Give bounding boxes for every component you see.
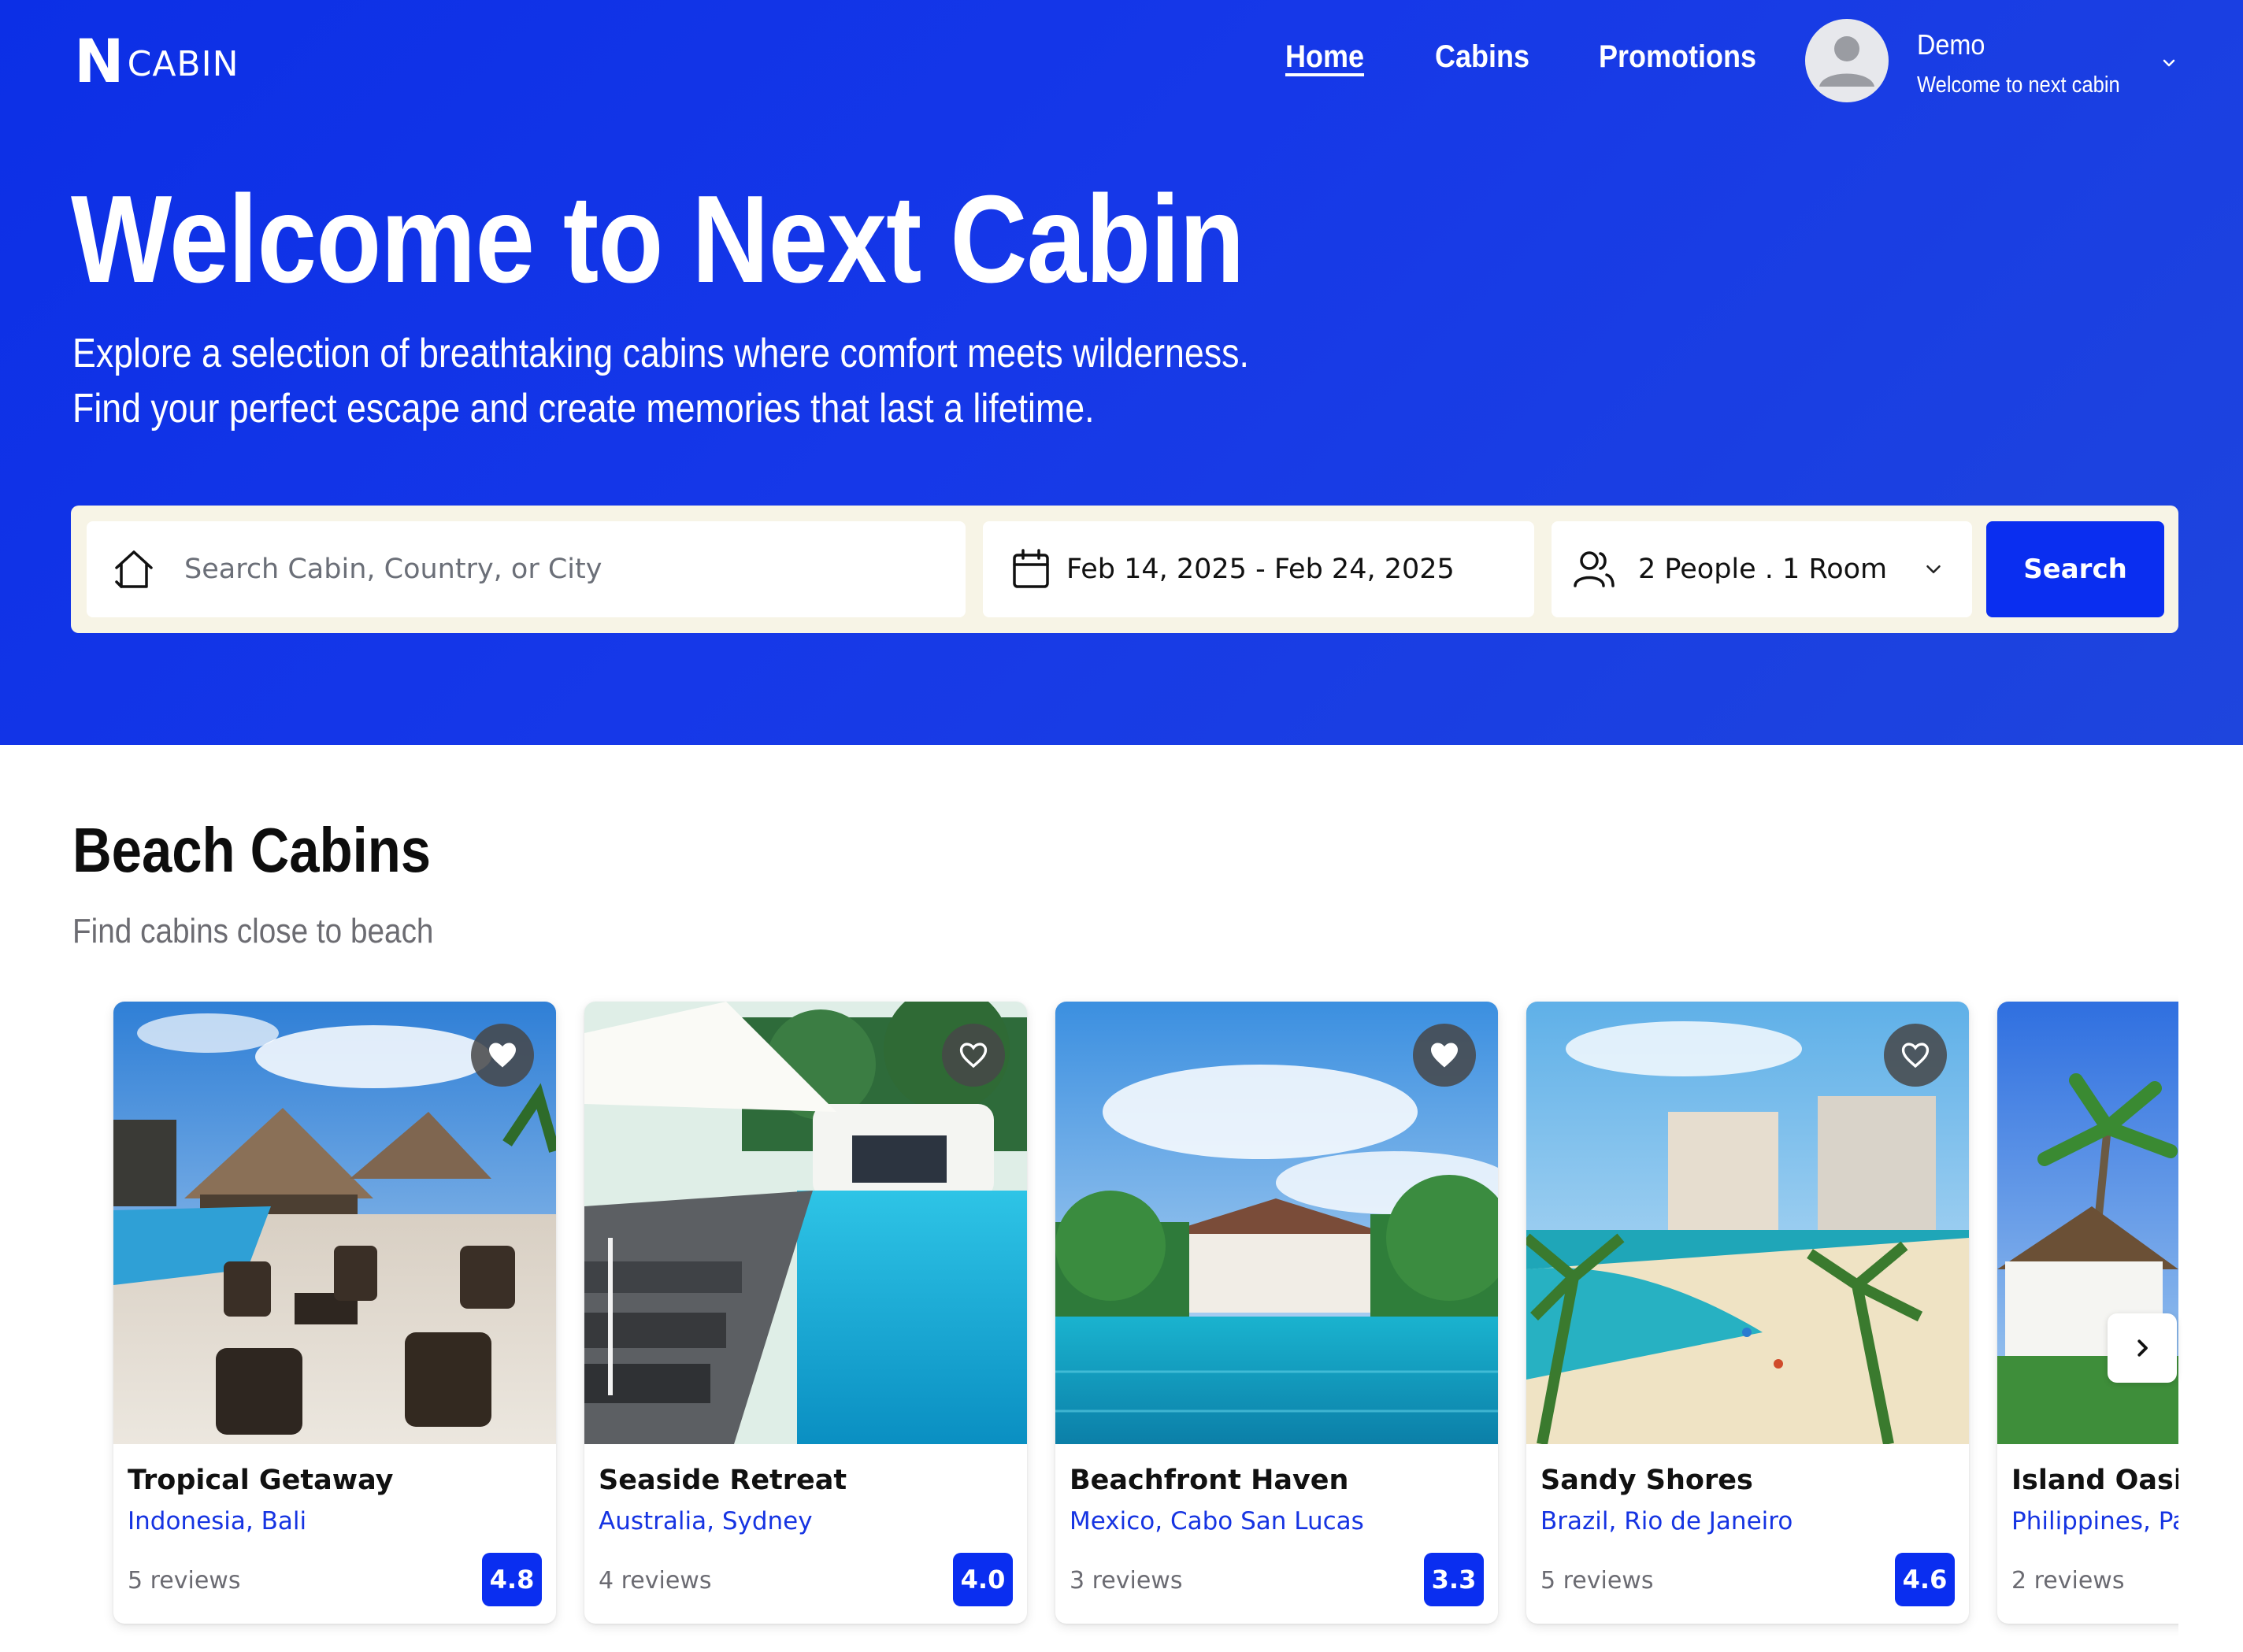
home-icon xyxy=(115,550,153,588)
cabin-name[interactable]: Island Oasis xyxy=(2011,1465,2178,1496)
rating-badge: 4.0 xyxy=(953,1553,1013,1606)
heart-filled-icon xyxy=(1431,1043,1458,1068)
search-input[interactable] xyxy=(184,554,966,585)
rating-badge: 4.6 xyxy=(1895,1553,1955,1606)
destination-field[interactable] xyxy=(87,521,966,617)
guests-selector[interactable]: 2 People . 1 Room xyxy=(1552,521,1972,617)
cabin-location: Brazil, Rio de Janeiro xyxy=(1540,1507,1793,1535)
user-name: Demo xyxy=(1917,28,1985,61)
chevron-down-icon xyxy=(1926,565,1941,573)
cabin-reviews: 5 reviews xyxy=(1540,1567,1654,1595)
cabin-card[interactable]: Island Oasis Philippines, Pa 2 reviews xyxy=(1997,1002,2178,1624)
date-range-value: Feb 14, 2025 - Feb 24, 2025 xyxy=(1066,554,1455,585)
user-icon xyxy=(1819,36,1874,87)
cabin-card[interactable]: Beachfront Haven Mexico, Cabo San Lucas … xyxy=(1055,1002,1498,1624)
cabin-name[interactable]: Sandy Shores xyxy=(1540,1465,1753,1496)
nav-promotions[interactable]: Promotions xyxy=(1599,39,1756,75)
cabin-location: Australia, Sydney xyxy=(599,1507,813,1535)
cabin-reviews: 4 reviews xyxy=(599,1567,712,1595)
favorite-button[interactable] xyxy=(471,1024,534,1087)
chevron-down-icon[interactable] xyxy=(2160,54,2178,72)
hero-banner: N CABIN Home Cabins Promotions Demo Welc… xyxy=(0,0,2243,745)
date-range-picker[interactable]: Feb 14, 2025 - Feb 24, 2025 xyxy=(983,521,1534,617)
carousel-next-button[interactable] xyxy=(2108,1313,2177,1383)
favorite-button[interactable] xyxy=(1884,1024,1947,1087)
favorite-button[interactable] xyxy=(1413,1024,1476,1087)
logo-text: CABIN xyxy=(127,44,239,84)
cabin-card[interactable]: Tropical Getaway Indonesia, Bali 5 revie… xyxy=(113,1002,556,1624)
section-title: Beach Cabins xyxy=(72,815,431,885)
rating-badge: 4.8 xyxy=(482,1553,542,1606)
rating-badge: 3.3 xyxy=(1424,1553,1484,1606)
avatar[interactable] xyxy=(1805,19,1889,102)
hero-subtitle-line-1: Explore a selection of breathtaking cabi… xyxy=(72,331,1249,376)
favorite-button[interactable] xyxy=(942,1024,1005,1087)
calendar-icon xyxy=(1013,549,1049,588)
user-greeting: Welcome to next cabin xyxy=(1917,72,2120,98)
cabin-card[interactable]: Sandy Shores Brazil, Rio de Janeiro 5 re… xyxy=(1526,1002,1969,1624)
cabin-location: Mexico, Cabo San Lucas xyxy=(1070,1507,1364,1535)
cabin-reviews: 5 reviews xyxy=(128,1567,241,1595)
nav-cabins[interactable]: Cabins xyxy=(1435,39,1529,75)
cabin-reviews: 3 reviews xyxy=(1070,1567,1183,1595)
cabin-carousel: Tropical Getaway Indonesia, Bali 5 revie… xyxy=(76,989,2178,1652)
cabin-location: Indonesia, Bali xyxy=(128,1507,307,1535)
hero-subtitle-line-2: Find your perfect escape and create memo… xyxy=(72,386,1095,432)
search-bar: Feb 14, 2025 - Feb 24, 2025 2 People . 1… xyxy=(71,506,2178,633)
cabin-reviews: 2 reviews xyxy=(2011,1567,2125,1595)
search-button[interactable]: Search xyxy=(1986,521,2164,617)
cabin-card[interactable]: Seaside Retreat Australia, Sydney 4 revi… xyxy=(584,1002,1027,1624)
section-subtitle: Find cabins close to beach xyxy=(72,912,434,950)
guests-value: 2 People . 1 Room xyxy=(1638,554,1888,585)
page-title: Welcome to Next Cabin xyxy=(71,170,1244,309)
chevron-right-icon xyxy=(2137,1339,2148,1357)
heart-filled-icon xyxy=(489,1043,516,1068)
cabin-name[interactable]: Beachfront Haven xyxy=(1070,1465,1348,1496)
users-icon xyxy=(1574,551,1615,587)
logo-mark: N xyxy=(74,26,124,96)
cabin-name[interactable]: Tropical Getaway xyxy=(128,1465,393,1496)
cabin-name[interactable]: Seaside Retreat xyxy=(599,1465,847,1496)
cabin-location: Philippines, Pa xyxy=(2011,1507,2178,1535)
heart-outline-icon xyxy=(959,1043,988,1069)
logo[interactable]: N CABIN xyxy=(74,26,239,96)
heart-outline-icon xyxy=(1901,1043,1930,1069)
nav-home[interactable]: Home xyxy=(1285,39,1364,75)
